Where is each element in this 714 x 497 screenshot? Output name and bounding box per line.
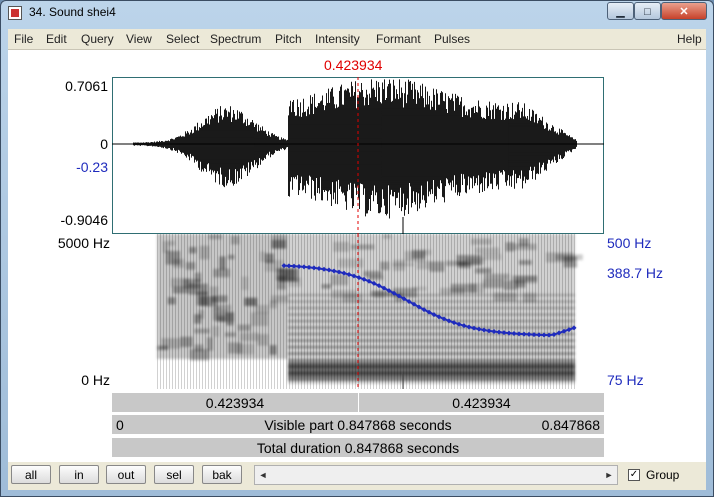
visible-part-bar[interactable]: 0 Visible part 0.847868 seconds 0.847868 <box>112 414 604 434</box>
scroll-left-arrow-icon[interactable]: ◄ <box>255 466 271 484</box>
menu-pitch[interactable]: Pitch <box>275 32 302 46</box>
right-time-cell[interactable]: 0.423934 <box>359 393 604 413</box>
maximize-button[interactable]: □ <box>634 2 661 20</box>
sound-editor-area: 0.423934 0.7061 0 -0.23 -0.9046 5000 Hz … <box>8 50 706 490</box>
editor-client-area: File Edit Query View Select Spectrum Pit… <box>8 29 706 490</box>
spectrogram-bottom-freq-label: 0 Hz <box>81 372 110 388</box>
menu-spectrum[interactable]: Spectrum <box>210 32 261 46</box>
total-duration-bar[interactable]: Total duration 0.847868 seconds <box>112 437 604 457</box>
menu-edit[interactable]: Edit <box>46 32 67 46</box>
menu-file[interactable]: File <box>14 32 33 46</box>
total-duration-label: Total duration 0.847868 seconds <box>256 440 460 456</box>
left-time-cell[interactable]: 0.423934 <box>112 393 358 413</box>
menu-formant[interactable]: Formant <box>376 32 421 46</box>
menu-query[interactable]: Query <box>81 32 114 46</box>
waveform-min-label: -0.9046 <box>60 212 108 228</box>
visible-part-label: Visible part 0.847868 seconds <box>264 417 452 433</box>
waveform-max-label: 0.7061 <box>65 78 108 94</box>
zoom-in-button[interactable]: in <box>59 465 99 484</box>
group-checkbox[interactable]: ✓ <box>628 469 640 481</box>
selection-time-bar[interactable]: 0.423934 0.423934 <box>112 392 604 413</box>
menu-bar: File Edit Query View Select Spectrum Pit… <box>8 29 706 50</box>
pitch-bottom-label: 75 Hz <box>607 372 644 388</box>
visible-end-label: 0.847868 <box>541 417 600 433</box>
bottom-toolbar: all in out sel bak ◄ ► ✓ Group <box>8 462 706 490</box>
horizontal-scrollbar[interactable]: ◄ ► <box>254 465 618 485</box>
cursor-time-label: 0.423934 <box>324 57 383 73</box>
zoom-back-button[interactable]: bak <box>202 465 242 484</box>
pitch-top-label: 500 Hz <box>607 235 652 251</box>
close-button[interactable]: ✕ <box>661 2 707 20</box>
waveform-plot[interactable] <box>112 77 604 234</box>
title-bar[interactable]: 34. Sound shei4 ▁ □ ✕ <box>1 1 713 25</box>
praat-sound-window: 34. Sound shei4 ▁ □ ✕ File Edit Query Vi… <box>0 0 714 497</box>
waveform-cursor-value-label: -0.23 <box>76 159 108 175</box>
minimize-button[interactable]: ▁ <box>607 2 634 20</box>
scroll-right-arrow-icon[interactable]: ► <box>601 466 617 484</box>
window-title: 34. Sound shei4 <box>29 5 116 19</box>
praat-app-icon <box>8 6 22 20</box>
menu-intensity[interactable]: Intensity <box>315 32 360 46</box>
spectrogram-plot[interactable] <box>112 234 604 389</box>
menu-view[interactable]: View <box>126 32 152 46</box>
spectrogram-top-freq-label: 5000 Hz <box>57 235 110 251</box>
zoom-selection-button[interactable]: sel <box>154 465 194 484</box>
menu-pulses[interactable]: Pulses <box>434 32 470 46</box>
waveform-zero-label: 0 <box>100 136 108 152</box>
zoom-all-button[interactable]: all <box>11 465 51 484</box>
pitch-value-label: 388.7 Hz <box>607 265 664 281</box>
menu-help[interactable]: Help <box>677 32 702 46</box>
group-label: Group <box>646 468 680 482</box>
checkmark-icon: ✓ <box>629 469 639 480</box>
zoom-out-button[interactable]: out <box>106 465 146 484</box>
menu-select[interactable]: Select <box>166 32 199 46</box>
